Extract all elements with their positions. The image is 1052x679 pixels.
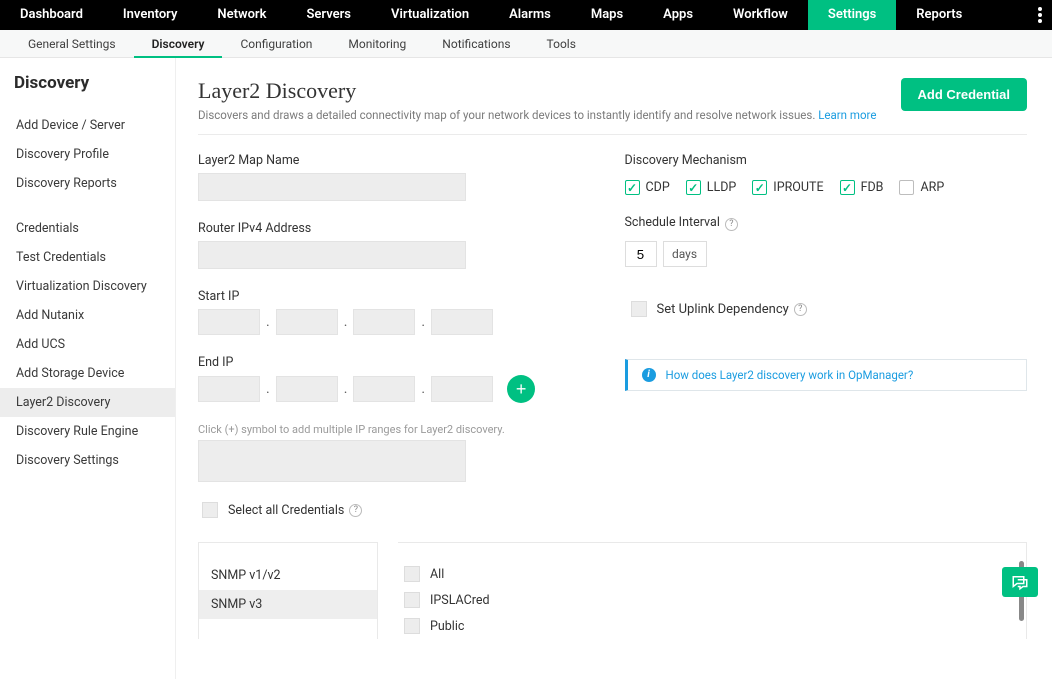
discovery-mechanism-label: Discovery Mechanism	[625, 153, 1028, 168]
credential-type-snmpv3[interactable]: SNMP v3	[199, 590, 377, 619]
tab-apps[interactable]: Apps	[643, 0, 713, 30]
sidebar-item-layer2-discovery[interactable]: Layer2 Discovery	[0, 388, 175, 417]
sidebar-item-discovery-rule-engine[interactable]: Discovery Rule Engine	[14, 417, 175, 446]
credential-list: All IPSLACred Public	[398, 542, 1027, 639]
help-icon[interactable]: ?	[349, 504, 362, 517]
router-ip-label: Router IPv4 Address	[198, 221, 601, 236]
tab-network[interactable]: Network	[197, 0, 286, 30]
chat-icon	[1010, 573, 1030, 591]
tab-reports[interactable]: Reports	[896, 0, 982, 30]
credential-type-snmpv1v2[interactable]: SNMP v1/v2	[199, 561, 377, 590]
add-credential-button[interactable]: Add Credential	[901, 78, 1027, 111]
subtab-tools[interactable]: Tools	[529, 30, 594, 58]
subtab-notifications[interactable]: Notifications	[424, 30, 528, 58]
ip-ranges-box[interactable]	[198, 440, 466, 482]
start-ip-oct2[interactable]	[276, 309, 338, 335]
page-subtitle: Discovers and draws a detailed connectiv…	[198, 108, 876, 122]
help-icon[interactable]: ?	[794, 303, 807, 316]
subtab-configuration[interactable]: Configuration	[222, 30, 330, 58]
subtab-general-settings[interactable]: General Settings	[10, 30, 134, 58]
schedule-unit: days	[663, 241, 707, 267]
tab-maps[interactable]: Maps	[571, 0, 643, 30]
tab-dashboard[interactable]: Dashboard	[0, 0, 103, 30]
subnav: General Settings Discovery Configuration…	[0, 30, 1052, 58]
start-ip-oct1[interactable]	[198, 309, 260, 335]
end-ip-label: End IP	[198, 355, 601, 370]
tab-servers[interactable]: Servers	[286, 0, 371, 30]
select-all-credentials-checkbox[interactable]	[202, 502, 218, 518]
sidebar-item-discovery-reports[interactable]: Discovery Reports	[14, 169, 175, 198]
help-icon[interactable]: ?	[725, 218, 738, 231]
fdb-checkbox[interactable]	[840, 180, 855, 195]
page-title: Layer2 Discovery	[198, 78, 876, 104]
schedule-value-input[interactable]	[625, 241, 657, 267]
select-all-credentials-label: Select all Credentials	[228, 503, 344, 518]
main-content: Layer2 Discovery Discovers and draws a d…	[175, 58, 1045, 679]
tab-inventory[interactable]: Inventory	[103, 0, 198, 30]
sidebar-item-add-storage-device[interactable]: Add Storage Device	[14, 359, 175, 388]
topnav: Dashboard Inventory Network Servers Virt…	[0, 0, 1052, 30]
add-ip-range-button[interactable]: +	[507, 375, 535, 403]
start-ip-oct4[interactable]	[431, 309, 493, 335]
info-banner[interactable]: i How does Layer2 discovery work in OpMa…	[625, 359, 1028, 391]
tab-virtualization[interactable]: Virtualization	[371, 0, 489, 30]
iproute-checkbox[interactable]	[752, 180, 767, 195]
sidebar: Discovery Add Device / Server Discovery …	[0, 58, 175, 679]
arp-checkbox[interactable]	[899, 180, 914, 195]
router-ip-input[interactable]	[198, 241, 466, 269]
chat-button[interactable]	[1002, 567, 1038, 597]
tab-alarms[interactable]: Alarms	[489, 0, 571, 30]
cdp-checkbox[interactable]	[625, 180, 640, 195]
ip-range-hint: Click (+) symbol to add multiple IP rang…	[198, 423, 601, 436]
end-ip-oct3[interactable]	[353, 376, 415, 402]
sidebar-item-credentials[interactable]: Credentials	[14, 214, 175, 243]
sidebar-item-test-credentials[interactable]: Test Credentials	[14, 243, 175, 272]
sidebar-item-discovery-settings[interactable]: Discovery Settings	[14, 446, 175, 475]
credential-ipslacred-checkbox[interactable]	[404, 592, 420, 608]
credential-types: SNMP v1/v2 SNMP v3	[198, 542, 378, 639]
subtab-discovery[interactable]: Discovery	[134, 30, 223, 58]
tab-workflow[interactable]: Workflow	[713, 0, 808, 30]
info-icon: i	[642, 368, 656, 382]
sidebar-item-add-nutanix[interactable]: Add Nutanix	[14, 301, 175, 330]
subtab-monitoring[interactable]: Monitoring	[330, 30, 424, 58]
sidebar-item-virtualization-discovery[interactable]: Virtualization Discovery	[14, 272, 175, 301]
end-ip-oct2[interactable]	[276, 376, 338, 402]
uplink-dependency-checkbox[interactable]	[631, 301, 647, 317]
more-options-icon[interactable]	[1038, 5, 1042, 25]
sidebar-item-add-ucs[interactable]: Add UCS	[14, 330, 175, 359]
credential-all-checkbox[interactable]	[404, 566, 420, 582]
tab-settings[interactable]: Settings	[808, 0, 896, 30]
sidebar-item-discovery-profile[interactable]: Discovery Profile	[14, 140, 175, 169]
uplink-dependency-label: Set Uplink Dependency	[657, 302, 789, 317]
sidebar-title: Discovery	[14, 73, 175, 93]
learn-more-link[interactable]: Learn more	[818, 108, 876, 122]
map-name-label: Layer2 Map Name	[198, 153, 601, 168]
map-name-input[interactable]	[198, 173, 466, 201]
end-ip-oct4[interactable]	[431, 376, 493, 402]
credentials-area: SNMP v1/v2 SNMP v3 All IPSLACred Public	[198, 542, 1027, 639]
end-ip-oct1[interactable]	[198, 376, 260, 402]
sidebar-item-add-device[interactable]: Add Device / Server	[14, 111, 175, 140]
start-ip-oct3[interactable]	[353, 309, 415, 335]
credential-public-checkbox[interactable]	[404, 618, 420, 634]
lldp-checkbox[interactable]	[686, 180, 701, 195]
schedule-interval-label: Schedule Interval?	[625, 215, 1028, 231]
start-ip-label: Start IP	[198, 289, 601, 304]
